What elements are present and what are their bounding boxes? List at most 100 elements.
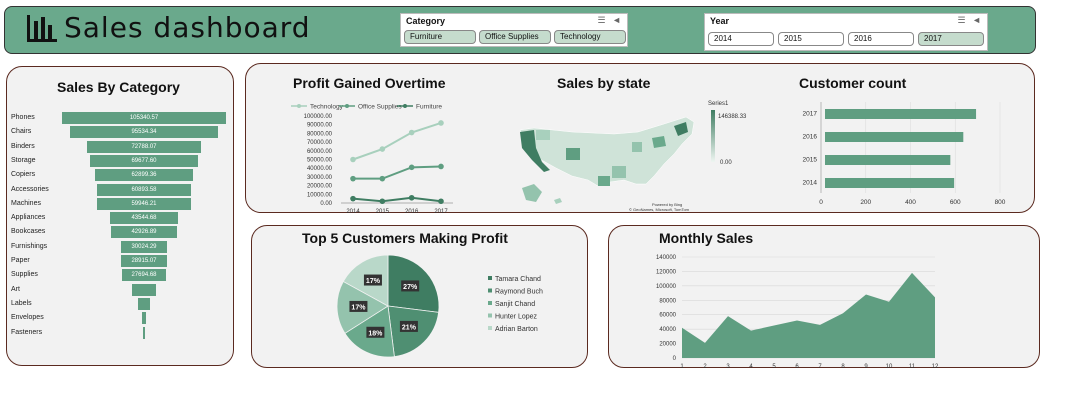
y-tick-label: 0.00 (320, 201, 332, 207)
multi-select-icon[interactable]: ☰ (957, 15, 965, 25)
clear-filter-icon[interactable]: ◄ (972, 15, 981, 25)
category-value-label: 42926.89 (131, 229, 157, 236)
legend-marker (488, 276, 492, 280)
category-value-label: 28915.07 (131, 258, 157, 264)
y-tick-label: 2015 (803, 157, 818, 164)
sales-by-category-panel: Sales By Category Phones 105340.57 Chairs 9… (6, 66, 234, 366)
x-tick-label: 1 (680, 364, 684, 369)
category-bar: 59946.21 (97, 197, 191, 210)
category-label: Phones (11, 114, 35, 121)
category-bar: 27694.68 (122, 269, 166, 282)
legend-label: Raymond Buch (495, 289, 543, 296)
x-tick-label: 600 (950, 199, 961, 206)
legend-label: Technology (310, 104, 344, 111)
category-bar: 72788.07 (87, 140, 201, 153)
legend-label: Sanjit Chand (495, 301, 535, 308)
map-legend-gradient (711, 110, 715, 162)
data-point (379, 175, 386, 182)
category-label: Art (11, 285, 20, 293)
y-tick-label: 40000 (659, 327, 676, 333)
data-point (438, 120, 444, 126)
multi-select-icon[interactable]: ☰ (597, 15, 605, 25)
legend-marker (345, 104, 349, 108)
year-slicer-title: Year (710, 16, 730, 26)
category-label: Furnishings (11, 242, 48, 250)
slice-label: 17% (366, 278, 381, 285)
data-point (379, 146, 386, 152)
x-tick-label: 2014 (346, 209, 360, 214)
category-bar: 62899.36 (95, 169, 193, 182)
category-label: Accessories (11, 185, 49, 193)
x-tick-label: 11 (909, 364, 916, 369)
year-option-2014[interactable]: 2014 (708, 32, 774, 46)
y-tick-label: 2017 (803, 111, 818, 118)
category-label: Supplies (11, 271, 38, 279)
category-value-label: 69677.60 (131, 157, 157, 164)
year-slicer: Year ☰ ◄ 2014 2015 2016 2017 (704, 13, 988, 51)
series-line (353, 165, 442, 180)
category-label: Fasteners (11, 328, 43, 336)
data-point (408, 164, 415, 171)
year-option-2016[interactable]: 2016 (848, 32, 914, 46)
x-tick-label: 0 (819, 199, 823, 206)
slicer-tools: ☰ ◄ (597, 15, 621, 26)
y-tick-label: 20000 (659, 342, 676, 348)
y-tick-label: 60000.00 (307, 149, 333, 155)
category-label: Binders (11, 142, 35, 150)
legend-label: Furniture (416, 104, 442, 111)
category-bar (138, 297, 150, 310)
y-tick-label: 40000.00 (307, 166, 333, 172)
y-tick-label: 50000.00 (307, 158, 333, 164)
category-bar: 60893.58 (96, 183, 192, 196)
category-value-label: 95534.34 (131, 129, 157, 136)
category-bar: 69677.60 (89, 154, 199, 167)
data-point (350, 156, 356, 163)
y-tick-label: 70000.00 (307, 140, 333, 146)
x-tick-label: 400 (905, 199, 916, 206)
category-value-label: 62899.36 (131, 172, 157, 179)
x-tick-label: 3 (726, 364, 730, 369)
category-option-technology[interactable]: Technology (554, 30, 626, 44)
y-tick-label: 2014 (803, 180, 818, 187)
category-value-label: 60893.58 (131, 186, 157, 193)
data-point (350, 195, 356, 202)
category-funnel-chart: Phones 105340.57 Chairs 95534.34 Binders 7278… (7, 67, 235, 367)
x-tick-label: 8 (841, 364, 845, 369)
overview-panel: Profit Gained Overtime Sales by state Cu… (245, 63, 1035, 214)
category-value-label: 72788.07 (131, 143, 157, 150)
y-tick-label: 30000.00 (307, 175, 333, 181)
category-label: Envelopes (11, 314, 44, 322)
slice-label: 27% (403, 284, 418, 291)
category-slicer-title: Category (406, 16, 446, 26)
category-option-furniture[interactable]: Furniture (404, 30, 476, 44)
year-option-2015[interactable]: 2015 (778, 32, 844, 46)
x-tick-label: 6 (795, 364, 799, 369)
slice-label: 18% (368, 330, 383, 337)
y-tick-label: 140000 (656, 255, 677, 261)
category-label: Storage (11, 156, 36, 164)
y-tick-label: 100000 (656, 284, 677, 290)
category-value-label: 43544.68 (131, 215, 157, 222)
category-option-office-supplies[interactable]: Office Supplies (479, 30, 551, 44)
x-tick-label: 800 (995, 199, 1006, 206)
map-legend-max: 146388.33 (718, 114, 747, 120)
y-tick-label: 20000.00 (307, 184, 333, 190)
category-bar: 95534.34 (69, 126, 219, 139)
category-value-label: 59946.21 (131, 200, 157, 207)
category-label: Chairs (11, 128, 32, 136)
clear-filter-icon[interactable]: ◄ (612, 15, 621, 25)
category-value-label: 30024.29 (131, 243, 157, 250)
y-tick-label: 80000.00 (307, 131, 333, 137)
year-option-2017[interactable]: 2017 (918, 32, 984, 46)
x-tick-label: 200 (860, 199, 871, 206)
legend-marker (488, 288, 492, 293)
map-copyright: © GeoNames, Microsoft, TomTom (629, 207, 689, 212)
slice-label: 21% (402, 324, 417, 331)
customer-bar (825, 155, 951, 165)
category-bar: 105340.57 (62, 112, 226, 124)
category-bar: 30024.29 (120, 240, 168, 253)
customer-count-bar-chart: 0 200 400 600 800 2017 2016 2015 2014 (803, 102, 1006, 206)
category-bar (141, 312, 147, 325)
y-tick-label: 80000 (659, 298, 676, 304)
category-label: Machines (11, 199, 41, 207)
